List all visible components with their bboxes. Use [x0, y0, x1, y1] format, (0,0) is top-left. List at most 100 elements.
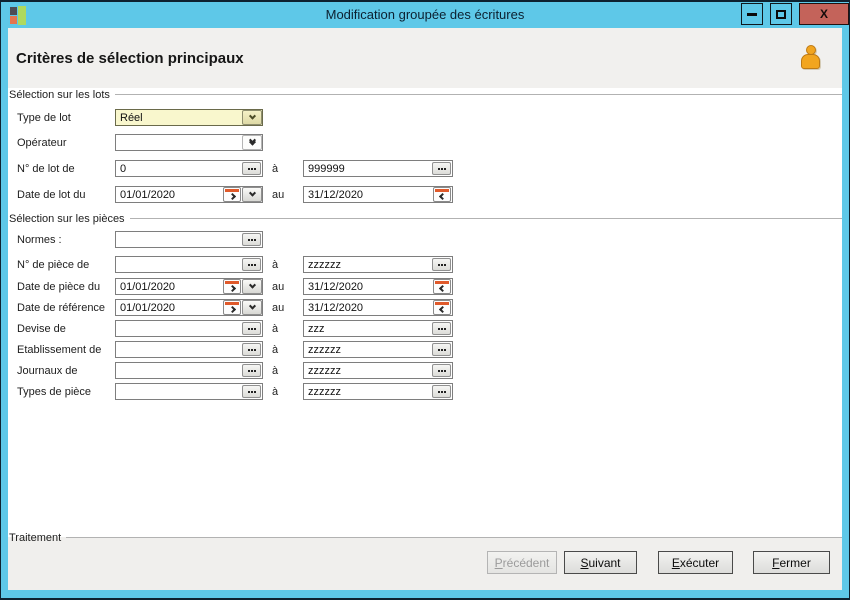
num-piece-from-input[interactable]	[116, 257, 242, 272]
calendar-dropdown-button[interactable]	[242, 279, 262, 294]
lookup-button[interactable]	[242, 364, 261, 377]
field-row-num-piece: N° de pièce de à	[17, 256, 453, 273]
lookup-button[interactable]	[242, 385, 261, 398]
field-row-num-lot: N° de lot de à	[17, 160, 453, 177]
minimize-icon	[747, 13, 757, 16]
legend-divider	[66, 537, 842, 538]
devise-to-field[interactable]	[303, 320, 453, 337]
normes-input[interactable]	[116, 232, 242, 247]
maximize-button[interactable]	[770, 3, 792, 25]
operateur-combo[interactable]	[115, 134, 263, 151]
types-piece-to-field[interactable]	[303, 383, 453, 400]
field-row-type-de-lot: Type de lot	[17, 109, 263, 126]
operateur-value[interactable]	[116, 135, 242, 150]
ellipsis-icon	[248, 328, 250, 330]
ellipsis-icon	[438, 349, 440, 351]
num-lot-from-input[interactable]	[116, 161, 242, 176]
type-de-lot-dropdown-button[interactable]	[242, 110, 262, 125]
date-piece-to-input[interactable]	[304, 279, 433, 294]
type-de-lot-value[interactable]	[116, 110, 242, 125]
calendar-dropdown-button[interactable]	[242, 300, 262, 315]
ellipsis-icon	[438, 370, 440, 372]
page-title: Critères de sélection principaux	[16, 50, 244, 67]
num-lot-to-field[interactable]	[303, 160, 453, 177]
num-lot-label: N° de lot de	[17, 163, 115, 175]
journaux-from-input[interactable]	[116, 363, 242, 378]
date-shift-back-button[interactable]	[433, 187, 451, 202]
type-de-lot-combo[interactable]	[115, 109, 263, 126]
lookup-button[interactable]	[432, 343, 451, 356]
etablissement-from-input[interactable]	[116, 342, 242, 357]
titlebar[interactable]: Modification groupée des écritures X	[1, 2, 849, 28]
chevron-left-icon	[438, 284, 445, 291]
date-lot-from-input[interactable]	[116, 187, 223, 202]
num-lot-from-field[interactable]	[115, 160, 263, 177]
range-connector: à	[263, 323, 303, 335]
date-lot-from-field[interactable]	[115, 186, 263, 203]
lookup-button[interactable]	[432, 322, 451, 335]
journaux-to-field[interactable]	[303, 362, 453, 379]
fermer-button[interactable]: Fermer	[753, 551, 830, 574]
date-piece-from-input[interactable]	[116, 279, 223, 294]
num-lot-to-input[interactable]	[304, 161, 432, 176]
dialog-header: Critères de sélection principaux	[8, 28, 842, 88]
field-row-operateur: Opérateur	[17, 134, 263, 151]
lookup-button[interactable]	[242, 258, 261, 271]
user-icon-body	[801, 54, 820, 69]
calendar-dropdown-button[interactable]	[242, 187, 262, 202]
lookup-button[interactable]	[432, 385, 451, 398]
lookup-button[interactable]	[432, 364, 451, 377]
types-piece-from-input[interactable]	[116, 384, 242, 399]
maximize-icon	[776, 10, 786, 19]
date-reference-from-input[interactable]	[116, 300, 223, 315]
etablissement-to-input[interactable]	[304, 342, 432, 357]
date-piece-from-field[interactable]	[115, 278, 263, 295]
devise-from-input[interactable]	[116, 321, 242, 336]
date-shift-forward-button[interactable]	[223, 187, 241, 202]
etablissement-to-field[interactable]	[303, 341, 453, 358]
close-button[interactable]: X	[799, 3, 849, 25]
normes-field[interactable]	[115, 231, 263, 248]
date-lot-to-field[interactable]	[303, 186, 453, 203]
date-reference-to-field[interactable]	[303, 299, 453, 316]
pieces-legend-label: Sélection sur les pièces	[9, 213, 125, 225]
lookup-button[interactable]	[432, 258, 451, 271]
etablissement-from-field[interactable]	[115, 341, 263, 358]
num-piece-label: N° de pièce de	[17, 259, 115, 271]
field-row-date-reference: Date de référence au	[17, 299, 453, 316]
lookup-button[interactable]	[242, 322, 261, 335]
num-piece-to-field[interactable]	[303, 256, 453, 273]
date-piece-label: Date de pièce du	[17, 281, 115, 293]
ellipsis-icon	[248, 391, 250, 393]
date-shift-back-button[interactable]	[433, 279, 451, 294]
close-icon: X	[820, 7, 828, 21]
types-piece-from-field[interactable]	[115, 383, 263, 400]
suivant-button[interactable]: Suivant	[564, 551, 637, 574]
operateur-dropdown-button[interactable]	[242, 135, 262, 150]
num-piece-to-input[interactable]	[304, 257, 432, 272]
journaux-from-field[interactable]	[115, 362, 263, 379]
date-lot-to-input[interactable]	[304, 187, 433, 202]
date-piece-to-field[interactable]	[303, 278, 453, 295]
field-row-journaux: Journaux de à	[17, 362, 453, 379]
executer-button[interactable]: Exécuter	[658, 551, 733, 574]
range-connector: à	[263, 163, 303, 175]
date-shift-forward-button[interactable]	[223, 279, 241, 294]
devise-from-field[interactable]	[115, 320, 263, 337]
lookup-button[interactable]	[242, 233, 261, 246]
operateur-label: Opérateur	[17, 137, 115, 149]
lots-section-legend: Sélection sur les lots	[9, 88, 842, 101]
types-piece-to-input[interactable]	[304, 384, 432, 399]
ellipsis-icon	[438, 168, 440, 170]
lookup-button[interactable]	[242, 162, 261, 175]
devise-to-input[interactable]	[304, 321, 432, 336]
num-piece-from-field[interactable]	[115, 256, 263, 273]
date-reference-from-field[interactable]	[115, 299, 263, 316]
date-shift-forward-button[interactable]	[223, 300, 241, 315]
journaux-to-input[interactable]	[304, 363, 432, 378]
lookup-button[interactable]	[432, 162, 451, 175]
date-reference-to-input[interactable]	[304, 300, 433, 315]
lookup-button[interactable]	[242, 343, 261, 356]
date-shift-back-button[interactable]	[433, 300, 451, 315]
minimize-button[interactable]	[741, 3, 763, 25]
